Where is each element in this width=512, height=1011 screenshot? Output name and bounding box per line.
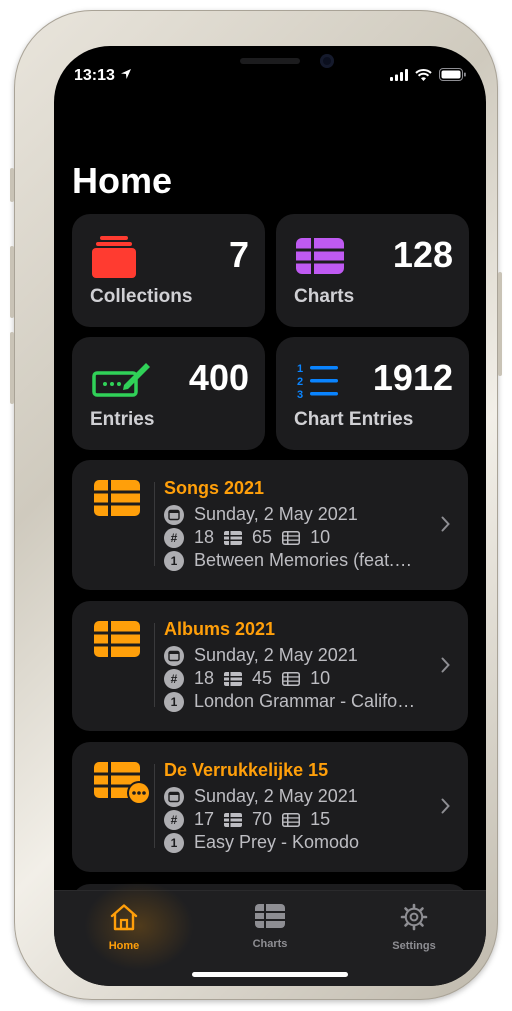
signal-icon: [390, 68, 408, 81]
chart-date: Sunday, 2 May 2021: [194, 645, 358, 665]
chart-stats-row: # 18 65 10: [164, 527, 330, 548]
wifi-icon: [415, 68, 432, 81]
chart-entries-label: Chart Entries: [294, 409, 414, 430]
chart-entries-card[interactable]: 1 2 3 1912 Chart Entries: [276, 337, 469, 450]
new-entries-grid-icon: [282, 530, 301, 545]
chart-stats-row: # 17 70 15: [164, 809, 330, 830]
status-bar: 13:13: [54, 46, 486, 106]
position-one-icon: 1: [164, 832, 184, 853]
tab-home[interactable]: Home: [74, 903, 174, 952]
mute-switch: [10, 168, 14, 202]
position-one-icon: 1: [164, 691, 184, 712]
chart-card-songs-2021[interactable]: Songs 2021 Sunday, 2 May 2021 # 18 65 10…: [72, 460, 468, 590]
calendar-icon: [164, 786, 184, 807]
collections-count: 7: [228, 234, 249, 275]
page-title: Home: [72, 160, 173, 201]
chart-stats-row: # 18 45 10: [164, 668, 330, 689]
card-divider: [154, 764, 155, 848]
chart-grid-icon: [255, 904, 285, 928]
chart-title: Albums 2021: [164, 619, 276, 639]
chart-top-entry: Easy Prey - Komodo: [194, 832, 360, 852]
charts-count: 128: [392, 234, 453, 275]
chart-top-entry-row: 1 London Grammar - Califo…: [164, 691, 430, 712]
chart-top-entry-row: 1 Between Memories (feat.…: [164, 550, 430, 571]
tab-settings[interactable]: Settings: [364, 903, 464, 952]
chart-date-row: Sunday, 2 May 2021: [164, 645, 358, 666]
charts-card[interactable]: 128 Charts: [276, 214, 469, 327]
calendar-icon: [164, 504, 184, 525]
hash-icon: #: [164, 809, 184, 830]
chart-new-entry-count: 10: [310, 527, 331, 547]
ticket-pencil-icon: [92, 363, 150, 397]
status-time: 13:13: [74, 67, 115, 84]
chart-top-entry-row: 1 Easy Prey - Komodo: [164, 832, 430, 853]
tab-home-label: Home: [108, 940, 140, 952]
entries-card[interactable]: 400 Entries: [72, 337, 265, 450]
chart-card-albums-2021[interactable]: Albums 2021 Sunday, 2 May 2021 # 18 45 1…: [72, 601, 468, 731]
hash-icon: #: [164, 527, 184, 548]
entries-label: Entries: [90, 409, 155, 430]
entries-grid-icon: [224, 812, 243, 827]
gear-icon: [400, 903, 428, 931]
device-frame: 13:13 Home 7 Collections 128 Charts 400 …: [10, 10, 502, 1000]
position-one-icon: 1: [164, 550, 184, 571]
chart-entries-count: 1912: [372, 357, 453, 398]
chart-date-row: Sunday, 2 May 2021: [164, 504, 358, 525]
chart-title: De Verrukkelijke 15: [164, 760, 329, 780]
calendar-icon: [164, 645, 184, 666]
chart-number: 18: [194, 527, 215, 547]
chart-new-entry-count: 15: [310, 809, 331, 829]
house-icon: [110, 904, 138, 931]
numbered-list-icon: 1 2 3: [297, 363, 338, 401]
chart-card-de-verrukkelijke-15[interactable]: De Verrukkelijke 15 Sunday, 2 May 2021 #…: [72, 742, 468, 872]
chart-date: Sunday, 2 May 2021: [194, 504, 358, 524]
chevron-right-icon: [441, 657, 450, 673]
collections-label: Collections: [90, 286, 193, 307]
chevron-right-icon: [441, 798, 450, 814]
tab-settings-label: Settings: [392, 940, 436, 952]
chart-new-entry-count: 10: [310, 668, 331, 688]
power-button: [498, 272, 502, 376]
chart-date: Sunday, 2 May 2021: [194, 786, 358, 806]
charts-label: Charts: [294, 286, 355, 307]
chart-title: Songs 2021: [164, 478, 265, 498]
volume-up-button: [10, 246, 14, 318]
chart-date-row: Sunday, 2 May 2021: [164, 786, 358, 807]
chart-grid-icon: [94, 480, 140, 516]
chart-entry-count: 70: [252, 809, 273, 829]
new-entries-grid-icon: [282, 671, 301, 686]
new-entries-grid-icon: [282, 812, 301, 827]
chevron-right-icon: [441, 516, 450, 532]
location-arrow-icon: [121, 69, 131, 79]
volume-down-button: [10, 332, 14, 404]
screen: 13:13 Home 7 Collections 128 Charts 400 …: [54, 46, 486, 986]
chart-number: 17: [194, 809, 215, 829]
chart-top-entry: London Grammar - Califo…: [194, 691, 416, 711]
home-indicator[interactable]: [192, 972, 348, 977]
svg-text:2: 2: [297, 376, 303, 388]
collections-card[interactable]: 7 Collections: [72, 214, 265, 327]
entries-grid-icon: [224, 530, 243, 545]
entries-grid-icon: [224, 671, 243, 686]
svg-text:1: 1: [297, 363, 303, 375]
chart-top-entry: Between Memories (feat.…: [194, 550, 413, 570]
chart-grid-icon: [94, 621, 140, 657]
chart-entry-count: 65: [252, 527, 273, 547]
chart-grid-icon: [296, 238, 344, 274]
card-divider: [154, 623, 155, 707]
hash-icon: #: [164, 668, 184, 689]
collections-stack-icon: [92, 236, 136, 278]
battery-icon: [439, 68, 466, 81]
chart-number: 18: [194, 668, 215, 688]
card-divider: [154, 482, 155, 566]
chart-grid-more-icon: [94, 762, 151, 805]
chart-entry-count: 45: [252, 668, 273, 688]
tab-charts[interactable]: Charts: [220, 903, 320, 950]
svg-text:3: 3: [297, 389, 303, 401]
entries-count: 400: [188, 357, 249, 398]
tab-charts-label: Charts: [252, 938, 288, 950]
